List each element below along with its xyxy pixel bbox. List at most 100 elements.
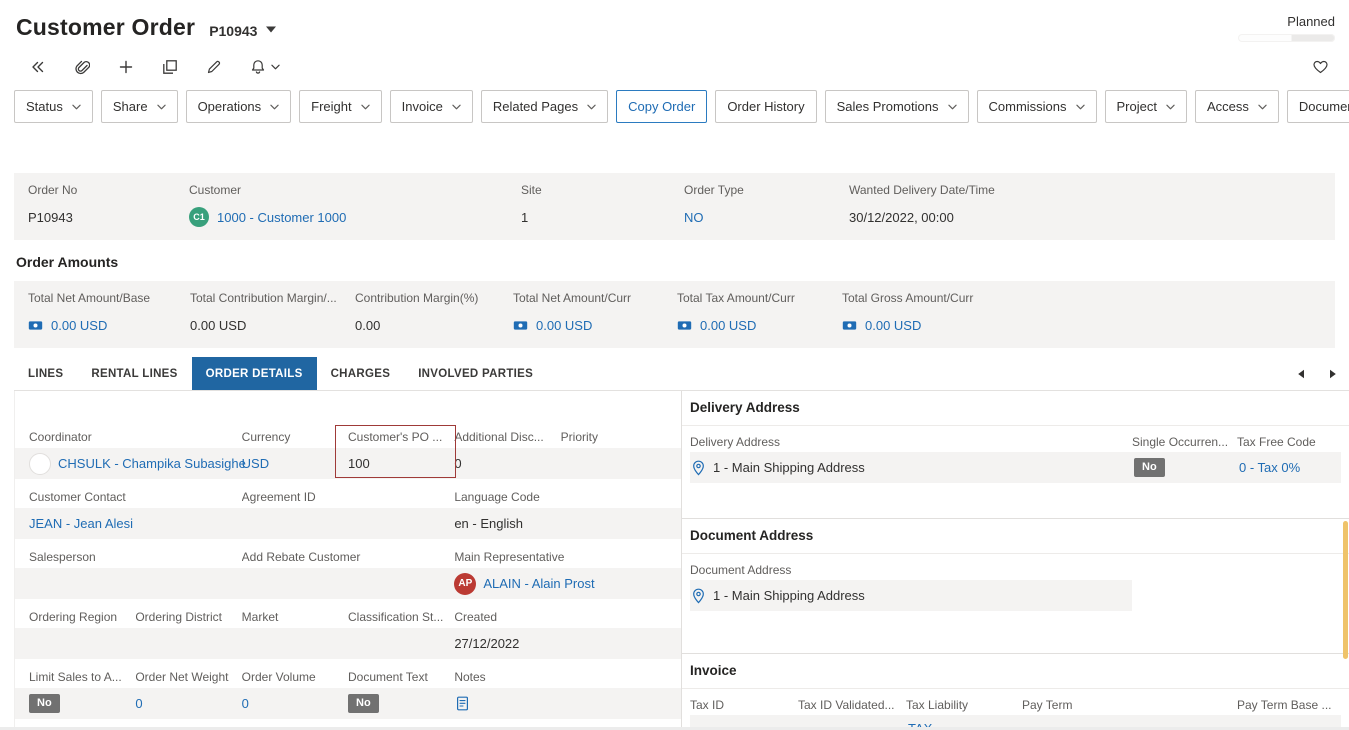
tab-rental-lines[interactable]: RENTAL LINES (77, 357, 191, 390)
field-value: 0 (454, 448, 560, 479)
chevron-down-icon (361, 104, 370, 110)
toggle-badge[interactable]: No (1134, 458, 1165, 477)
tab-order-details[interactable]: ORDER DETAILS (192, 357, 317, 390)
field-label: Order Volume (242, 665, 348, 688)
triangle-right-icon (1329, 369, 1337, 379)
menu-button-label: Status (26, 99, 63, 114)
favorite-button[interactable] (1310, 57, 1331, 77)
new-record-button[interactable] (116, 57, 136, 77)
field-label: Classification St... (348, 605, 454, 628)
field-label: Customer (189, 183, 521, 197)
chevron-down-icon (271, 64, 280, 70)
banknote-icon (28, 319, 43, 332)
chevron-down-icon (587, 104, 596, 110)
invoice-section: Invoice Tax ID Tax ID Validated... Tax L… (682, 654, 1349, 729)
customer-contact-link[interactable]: JEAN - Jean Alesi (29, 516, 133, 531)
field-label: Customer's PO ... (348, 425, 454, 448)
amount-link[interactable]: 0.00 USD (51, 318, 107, 333)
menu-button-related-pages[interactable]: Related Pages (481, 90, 608, 123)
customer-link[interactable]: 1000 - Customer 1000 (217, 210, 346, 225)
toggle-badge[interactable]: No (29, 694, 60, 713)
tab-scroll-controls (1295, 357, 1349, 390)
status-progress-bar (1238, 34, 1335, 42)
field-value (242, 628, 348, 659)
delivery-address-section: Delivery Address Delivery Address Single… (682, 391, 1349, 518)
field-label: Main Representative (454, 545, 667, 568)
toggle-badge[interactable]: No (348, 694, 379, 713)
field-label: Pay Term Base ... (1237, 695, 1341, 715)
field-order-volume: Order Volume 0 (242, 665, 348, 719)
page-title: Customer Order (16, 14, 195, 41)
field-order-net-weight: Order Net Weight 0 (135, 665, 241, 719)
delivery-address-value[interactable]: 1 - Main Shipping Address (690, 452, 1132, 483)
menu-button-invoice[interactable]: Invoice (390, 90, 473, 123)
menu-button-sales-promotions[interactable]: Sales Promotions (825, 90, 969, 123)
document-address-value[interactable]: 1 - Main Shipping Address (690, 580, 1132, 611)
field-label: Market (242, 605, 348, 628)
notifications-button[interactable] (248, 57, 282, 77)
edit-button[interactable] (204, 57, 224, 77)
main-representative-link[interactable]: ALAIN - Alain Prost (483, 576, 594, 591)
customer-avatar: C1 (189, 207, 209, 227)
coordinator-avatar (29, 453, 51, 475)
amount-link[interactable]: 0.00 USD (700, 318, 756, 333)
amount-link[interactable]: 0.00 USD (865, 318, 921, 333)
vertical-scrollbar-thumb[interactable] (1343, 521, 1348, 659)
menu-button-document-text[interactable]: Document Text (1287, 90, 1349, 123)
chevron-down-icon[interactable] (266, 26, 276, 33)
field-priority: Priority (561, 425, 667, 479)
currency-link[interactable]: USD (242, 456, 269, 471)
field-notes: Notes (454, 665, 667, 719)
field-label: Order Net Weight (135, 665, 241, 688)
collapse-panel-button[interactable] (28, 57, 48, 77)
field-label: Order No (28, 183, 189, 197)
order-net-weight-link[interactable]: 0 (135, 696, 142, 711)
menu-button-commissions[interactable]: Commissions (977, 90, 1097, 123)
card-spacer (14, 141, 1335, 173)
order-volume-link[interactable]: 0 (242, 696, 249, 711)
tab-charges[interactable]: CHARGES (317, 357, 405, 390)
field-label: Total Gross Amount/Curr (842, 291, 973, 305)
field-label: Notes (454, 665, 667, 688)
tab-involved-parties[interactable]: INVOLVED PARTIES (404, 357, 547, 390)
amount-link[interactable]: 0.00 USD (536, 318, 592, 333)
chevron-down-icon (1258, 104, 1267, 110)
field-label: Total Net Amount/Curr (513, 291, 677, 305)
coordinator-link[interactable]: CHSULK - Champika Subasighe (58, 456, 246, 471)
field-row: Ordering Region Ordering District Market… (15, 605, 681, 659)
menu-button-freight[interactable]: Freight (299, 90, 381, 123)
menu-button-share[interactable]: Share (101, 90, 178, 123)
menu-button-label: Order History (727, 99, 804, 114)
field-label: Ordering Region (29, 605, 135, 628)
field-label: Document Address (690, 560, 1132, 580)
order-type-link[interactable]: NO (684, 210, 704, 225)
menu-button-label: Sales Promotions (837, 99, 939, 114)
menu-button-order-history[interactable]: Order History (715, 90, 816, 123)
tab-scroll-right-button[interactable] (1327, 367, 1339, 381)
attachment-button[interactable] (72, 57, 92, 77)
map-pin-icon (692, 460, 705, 476)
notes-button[interactable] (454, 694, 471, 713)
field-currency: Currency USD (242, 425, 348, 479)
menu-button-label: Related Pages (493, 99, 578, 114)
field-label: Total Contribution Margin/... (190, 291, 355, 305)
tab-lines[interactable]: LINES (14, 357, 77, 390)
tab-scroll-left-button[interactable] (1295, 367, 1307, 381)
menu-button-copy-order[interactable]: Copy Order (616, 90, 707, 123)
field-label: Customer Contact (29, 485, 242, 508)
tax-free-code-link[interactable]: 0 - Tax 0% (1239, 460, 1300, 475)
field-label: Tax Free Code (1237, 432, 1341, 452)
menu-button-status[interactable]: Status (14, 90, 93, 123)
field-label: Wanted Delivery Date/Time (849, 183, 995, 197)
menu-button-project[interactable]: Project (1105, 90, 1187, 123)
field-order-type: Order Type NO (684, 183, 849, 227)
menu-button-operations[interactable]: Operations (186, 90, 292, 123)
field-row: Limit Sales to A... No Order Net Weight … (15, 665, 681, 719)
field-value (561, 448, 667, 479)
chevron-down-icon (452, 104, 461, 110)
menu-button-label: Access (1207, 99, 1249, 114)
duplicate-button[interactable] (160, 57, 180, 77)
field-value[interactable]: 100 (348, 448, 454, 479)
menu-button-access[interactable]: Access (1195, 90, 1279, 123)
field-row: Customer Contact JEAN - Jean Alesi Agree… (15, 485, 681, 539)
